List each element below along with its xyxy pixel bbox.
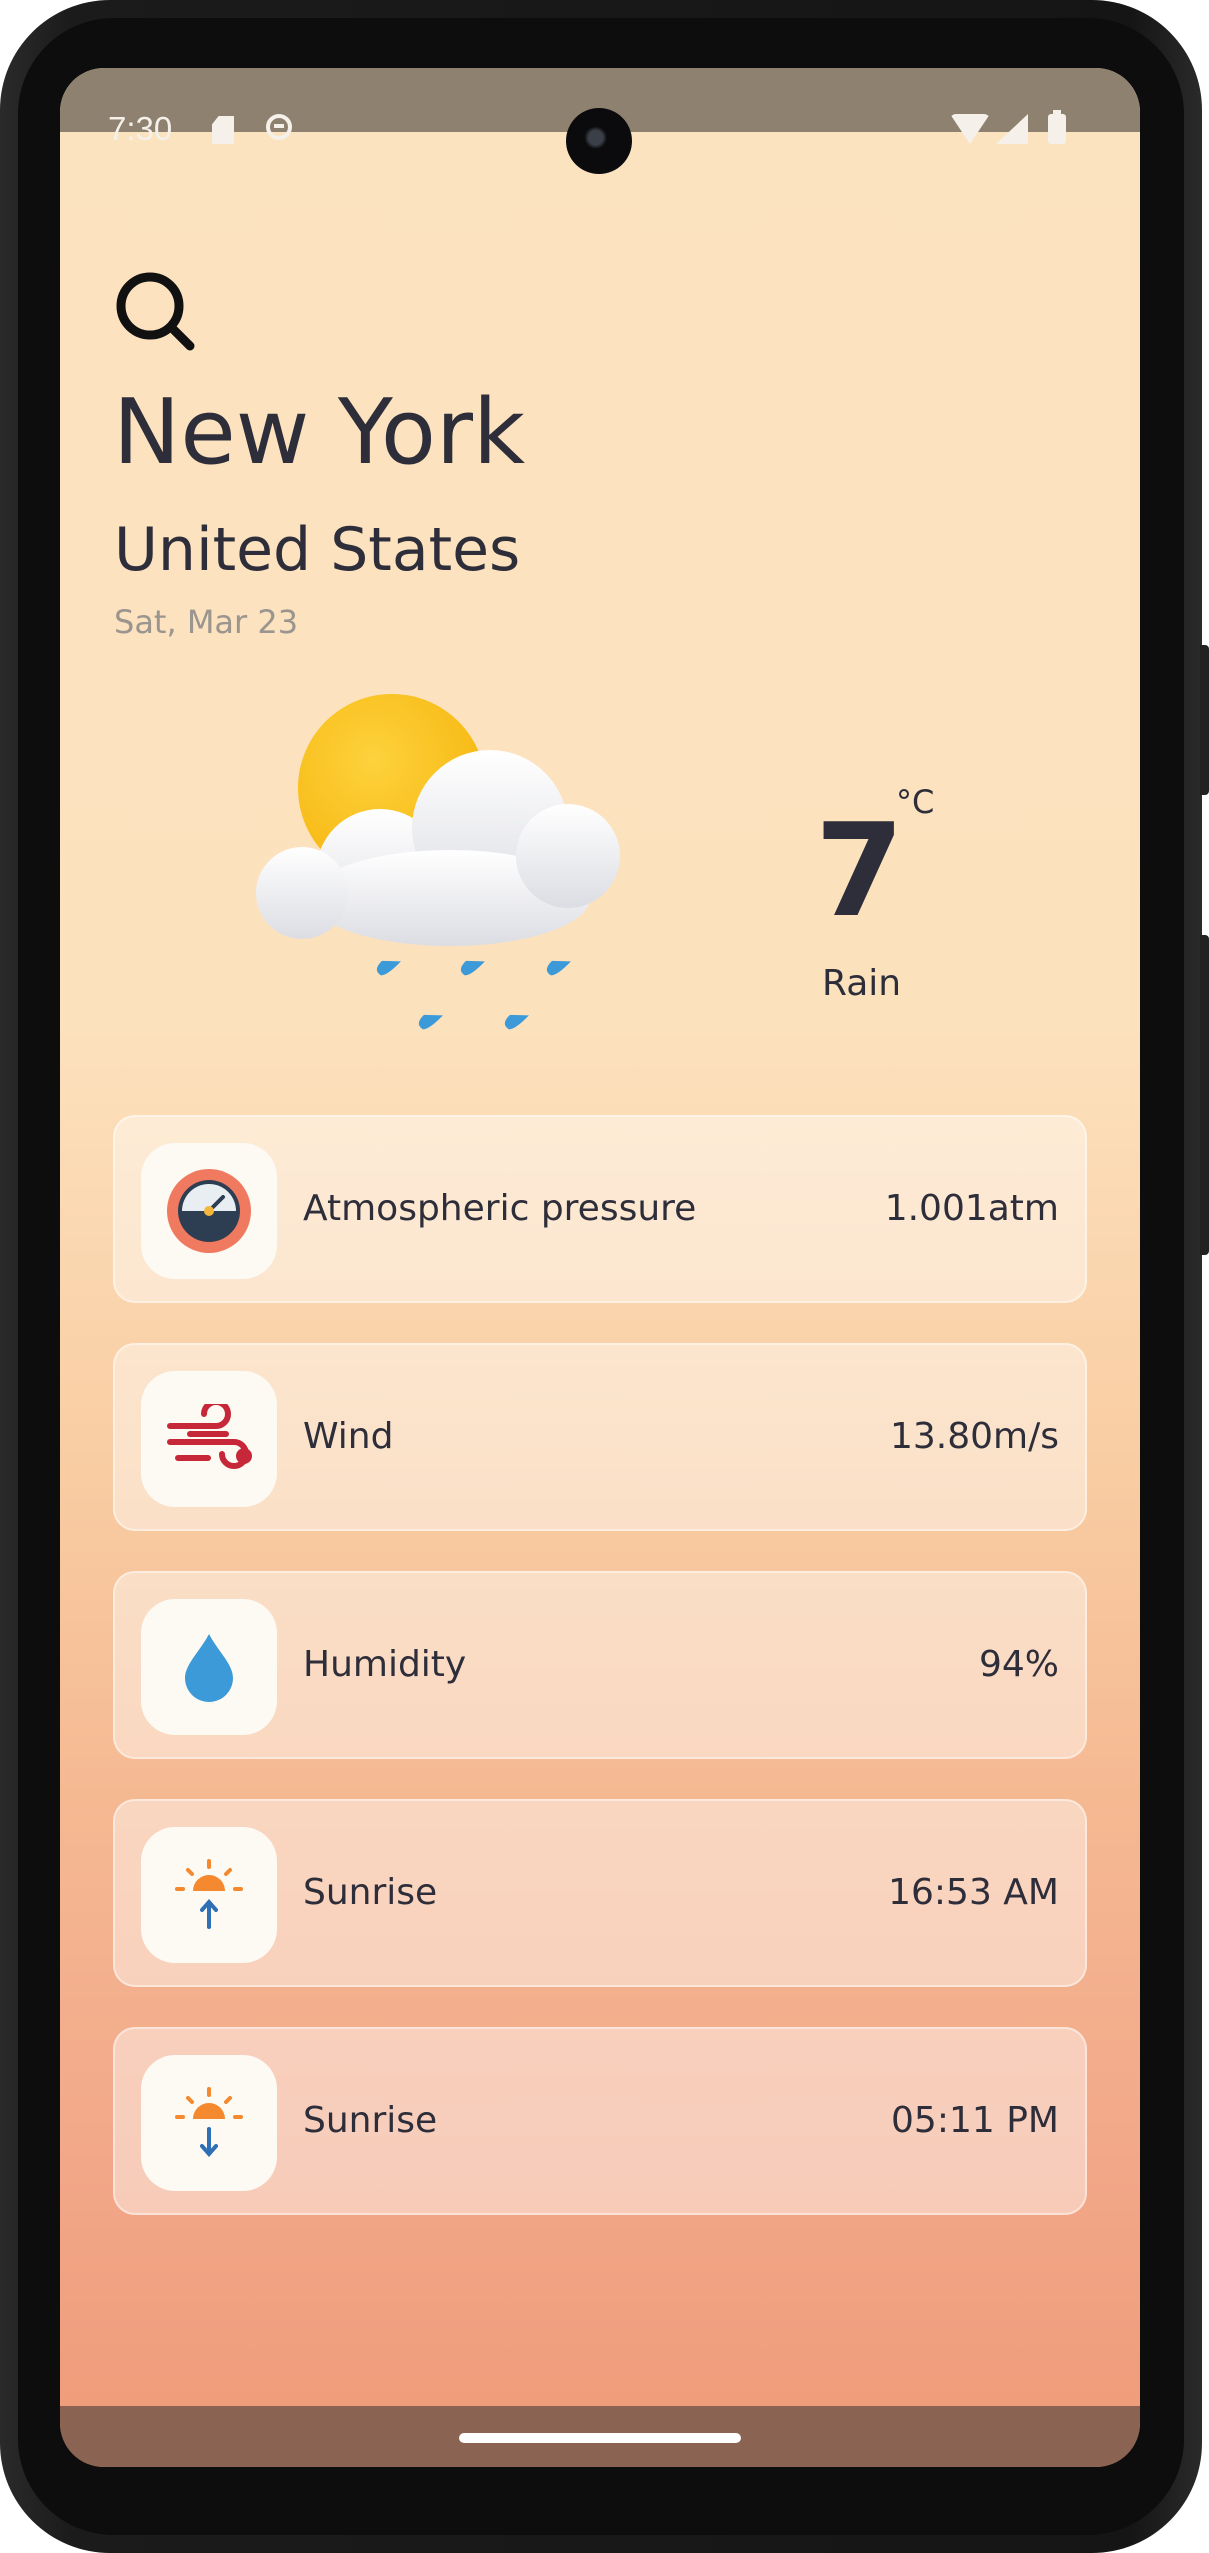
card-icon-container [141, 1143, 277, 1279]
metric-label: Sunrise [303, 2100, 438, 2141]
metric-card-pressure: Atmospheric pressure 1.001atm [113, 1115, 1087, 1303]
card-icon-container [141, 2055, 277, 2191]
power-button [1200, 645, 1209, 795]
search-icon [116, 272, 195, 351]
sun-cloud-rain-icon [256, 694, 620, 1030]
temperature-value: 7 [815, 797, 905, 946]
sd-card-icon [212, 116, 234, 144]
front-camera [566, 108, 632, 174]
city-name: New York [113, 380, 526, 485]
country-name: United States [114, 515, 521, 585]
search-button[interactable] [112, 268, 202, 358]
weather-condition: Rain [822, 963, 902, 1004]
sunset-icon [175, 2087, 243, 2158]
card-icon-container [141, 1599, 277, 1735]
wind-icon [167, 1404, 252, 1469]
status-time: 7:30 [108, 110, 173, 147]
volume-button [1200, 935, 1209, 1255]
metric-value: 16:53 AM [888, 1872, 1059, 1913]
home-gesture-handle[interactable] [459, 2433, 741, 2443]
card-icon-container [141, 1371, 277, 1507]
metric-card-sunrise: Sunrise 16:53 AM [113, 1799, 1087, 1987]
metric-label: Atmospheric pressure [303, 1188, 697, 1229]
phone-frame: 7:30 New York United States Sat, Mar 23 [0, 0, 1209, 2553]
wifi-icon [950, 114, 990, 144]
metric-value: 13.80m/s [889, 1416, 1059, 1457]
metric-label: Humidity [303, 1644, 467, 1685]
battery-icon [1048, 110, 1066, 144]
metric-value: 05:11 PM [891, 2100, 1059, 2141]
nfc-icon [266, 114, 292, 140]
barometer-icon [167, 1169, 251, 1253]
metric-card-humidity: Humidity 94% [113, 1571, 1087, 1759]
water-drop-icon [185, 1634, 233, 1702]
metric-value: 94% [978, 1644, 1059, 1685]
current-date: Sat, Mar 23 [114, 603, 299, 641]
metric-value: 1.001atm [884, 1188, 1059, 1229]
sunrise-icon [175, 1859, 243, 1929]
metric-card-wind: Wind 13.80m/s [113, 1343, 1087, 1531]
screen: 7:30 New York United States Sat, Mar 23 [60, 68, 1140, 2467]
cell-signal-icon [996, 114, 1028, 144]
temperature-unit: °C [896, 783, 935, 821]
metric-label: Wind [303, 1416, 394, 1457]
metric-label: Sunrise [303, 1872, 438, 1913]
metric-card-sunset: Sunrise 05:11 PM [113, 2027, 1087, 2215]
card-icon-container [141, 1827, 277, 1963]
